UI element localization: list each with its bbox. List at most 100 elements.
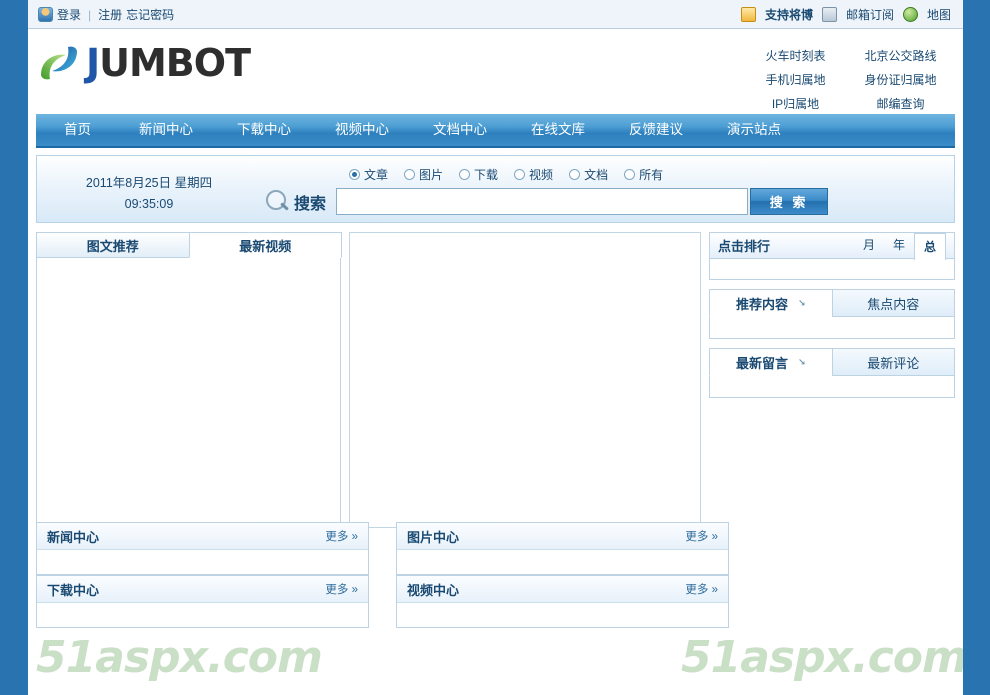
- nav-item-video[interactable]: 视频中心: [313, 113, 411, 147]
- more-link[interactable]: 更多 »: [325, 528, 358, 544]
- date-time-display: 2011年8月25日 星期四 09:35:09: [59, 173, 239, 215]
- quick-links: 火车时刻表 北京公交路线 手机归属地 身份证归属地 IP归属地 邮编查询: [743, 47, 953, 112]
- section-news-center: 新闻中心 更多 »: [36, 522, 369, 575]
- nav-item-downloads[interactable]: 下载中心: [215, 113, 313, 147]
- radio-label: 文档: [584, 168, 609, 182]
- nav-item-demo[interactable]: 演示站点: [705, 113, 803, 147]
- tab-featured-articles[interactable]: 图文推荐: [36, 232, 190, 258]
- search-label: 搜索: [294, 195, 327, 213]
- section-title: 图片中心: [407, 529, 460, 545]
- radio-indicator[interactable]: [624, 169, 636, 180]
- logo-wordmark: JUMBOT: [86, 41, 251, 85]
- section-body: [37, 550, 368, 574]
- tab-label: 推荐内容: [735, 296, 788, 312]
- radio-option-all[interactable]: 所有: [624, 166, 663, 183]
- radio-option-article[interactable]: 文章: [349, 166, 388, 183]
- quick-link-3[interactable]: 身份证归属地: [848, 71, 953, 88]
- ranking-tab-year[interactable]: 年: [884, 233, 914, 258]
- tab-label: 最新评论: [867, 355, 920, 371]
- search-row: 搜索 搜 索: [265, 188, 829, 215]
- tab-latest-messages[interactable]: 最新留言 ↘: [709, 348, 833, 376]
- map-link[interactable]: 地图: [927, 6, 951, 23]
- search-input[interactable]: [336, 188, 749, 215]
- click-ranking-body: [709, 259, 955, 280]
- radio-option-video[interactable]: 视频: [514, 166, 553, 183]
- user-icon: [38, 7, 53, 22]
- chevron-down-icon: ↘: [797, 297, 806, 308]
- search-button[interactable]: 搜 索: [750, 188, 829, 215]
- register-link[interactable]: 注册: [98, 6, 122, 23]
- more-link[interactable]: 更多 »: [325, 581, 358, 597]
- tab-recommended-content[interactable]: 推荐内容 ↘: [709, 289, 833, 317]
- radio-label: 视频: [529, 168, 554, 182]
- tab-label: 最新留言: [735, 355, 788, 371]
- watermark: 51aspx.com: [681, 632, 963, 683]
- utility-links: 支持将博 邮箱订阅 地图: [740, 6, 951, 23]
- radio-indicator[interactable]: [404, 169, 416, 180]
- section-video-center: 视频中心 更多 »: [396, 575, 729, 628]
- page-root: 51aspx.com 51aspx.com 51aspx.com 51aspx.…: [0, 0, 990, 695]
- tab-focus-content[interactable]: 焦点内容: [831, 289, 955, 317]
- radio-indicator[interactable]: [459, 169, 471, 180]
- main-display-area: [349, 232, 701, 528]
- sidebar: 点击排行 月 年 总 推荐内容 ↘ 焦点内容 最新留言 ↘ 最新评论: [709, 232, 955, 407]
- section-title: 下载中心: [47, 582, 100, 598]
- current-date: 2011年8月25日 星期四: [85, 176, 213, 190]
- nav-item-feedback[interactable]: 反馈建议: [607, 113, 705, 147]
- forgot-password-link[interactable]: 忘记密码: [126, 6, 174, 23]
- thumbs-up-icon: [740, 7, 756, 22]
- recommend-tab-body: [709, 317, 955, 339]
- support-link[interactable]: 支持将博: [765, 6, 813, 23]
- link-separator: |: [88, 7, 92, 22]
- site-logo[interactable]: JUMBOT: [36, 41, 251, 85]
- quick-link-0[interactable]: 火车时刻表: [743, 47, 848, 64]
- mail-icon: [821, 7, 837, 22]
- globe-icon: [902, 7, 918, 22]
- radio-option-image[interactable]: 图片: [404, 166, 443, 183]
- tab-latest-comments[interactable]: 最新评论: [831, 348, 955, 376]
- tab-latest-videos[interactable]: 最新视频: [188, 232, 342, 258]
- ranking-tab-month[interactable]: 月: [854, 233, 884, 258]
- messages-panel: 最新留言 ↘ 最新评论: [709, 348, 955, 398]
- ranking-tab-total[interactable]: 总: [913, 232, 946, 260]
- radio-indicator[interactable]: [569, 169, 581, 180]
- nav-item-documents[interactable]: 文档中心: [411, 113, 509, 147]
- quick-link-5[interactable]: 邮编查询: [848, 95, 953, 112]
- radio-label: 图片: [419, 168, 444, 182]
- nav-item-home[interactable]: 首页: [36, 113, 117, 147]
- section-title: 新闻中心: [47, 529, 100, 545]
- login-link[interactable]: 登录: [57, 6, 81, 23]
- featured-tabstrip: 图文推荐 最新视频: [36, 232, 342, 258]
- page-sheet: 51aspx.com 51aspx.com 51aspx.com 51aspx.…: [28, 0, 963, 695]
- radio-option-download[interactable]: 下载: [459, 166, 498, 183]
- quick-link-1[interactable]: 北京公交路线: [848, 47, 953, 64]
- logo-initial: J: [86, 41, 100, 85]
- featured-panel: 图文推荐 最新视频: [36, 232, 342, 528]
- radio-label: 文章: [364, 168, 389, 182]
- recommend-panel: 推荐内容 ↘ 焦点内容: [709, 289, 955, 339]
- messages-tab-body: [709, 376, 955, 398]
- click-ranking-panel: 点击排行 月 年 总: [709, 232, 955, 280]
- radio-option-document[interactable]: 文档: [569, 166, 608, 183]
- quick-link-4[interactable]: IP归属地: [743, 95, 848, 112]
- section-body: [37, 603, 368, 627]
- top-utility-bar: 登录 | 注册 忘记密码 支持将博 邮箱订阅 地图: [28, 0, 963, 29]
- logo-rest: UMBOT: [99, 41, 251, 85]
- section-header: 新闻中心 更多 »: [37, 523, 368, 550]
- quick-link-2[interactable]: 手机归属地: [743, 71, 848, 88]
- logo-swirl-icon: [36, 41, 82, 85]
- radio-indicator[interactable]: [349, 169, 360, 180]
- section-title: 视频中心: [407, 582, 460, 598]
- more-link[interactable]: 更多 »: [685, 581, 718, 597]
- subscribe-link[interactable]: 邮箱订阅: [846, 6, 894, 23]
- radio-indicator[interactable]: [514, 169, 526, 180]
- click-ranking-header: 点击排行 月 年 总: [709, 232, 955, 260]
- nav-item-news[interactable]: 新闻中心: [117, 113, 215, 147]
- section-header: 下载中心 更多 »: [37, 576, 368, 603]
- main-display-box: [349, 232, 701, 528]
- nav-item-library[interactable]: 在线文库: [509, 113, 607, 147]
- section-body: [397, 550, 728, 574]
- more-link[interactable]: 更多 »: [685, 528, 718, 544]
- search-panel: 2011年8月25日 星期四 09:35:09 文章 图片 下载 视频 文档 所…: [36, 155, 955, 223]
- account-links: 登录 | 注册 忘记密码: [38, 6, 174, 23]
